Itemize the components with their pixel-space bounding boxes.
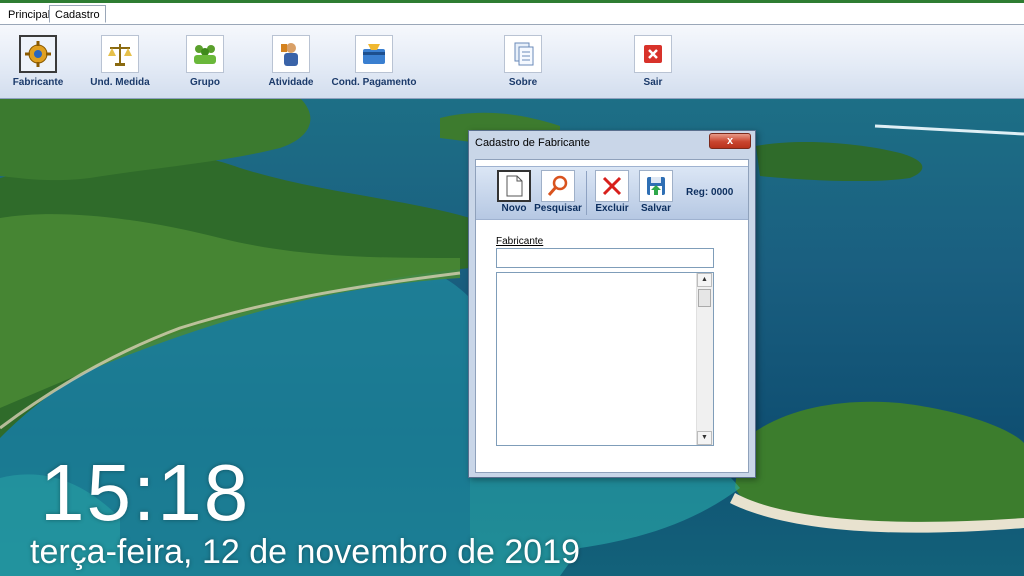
magnifier-icon (547, 175, 568, 196)
toolbar-label: Und. Medida (90, 77, 150, 88)
fabricante-input[interactable] (496, 248, 714, 268)
new-document-icon (506, 175, 523, 197)
tab-cadastro[interactable]: Cadastro (49, 5, 106, 23)
desktop-clock-date: terça-feira, 12 de novembro de 2019 (30, 533, 581, 571)
record-counter: Reg: 0000 (686, 187, 733, 198)
novo-button[interactable]: Novo (494, 170, 534, 214)
und-medida-button[interactable]: Und. Medida (88, 35, 152, 88)
icon-frame (639, 170, 673, 202)
icon-frame (355, 35, 393, 73)
atividade-button[interactable]: Atividade (264, 35, 318, 88)
icon-frame (634, 35, 672, 73)
icon-frame (541, 170, 575, 202)
exit-icon (644, 45, 662, 63)
toolbar-label: Sobre (508, 77, 538, 88)
sair-button[interactable]: Sair (632, 35, 674, 88)
icon-frame (101, 35, 139, 73)
sobre-button[interactable]: Sobre (502, 35, 544, 88)
excluir-button[interactable]: Excluir (592, 170, 632, 214)
record-counter-label: Reg: (686, 187, 709, 198)
dialog-button-label: Excluir (595, 203, 629, 214)
salvar-button[interactable]: Salvar (636, 170, 676, 214)
scroll-thumb[interactable] (698, 289, 711, 307)
scroll-up-icon[interactable]: ▲ (697, 273, 712, 287)
toolbar-label: Atividade (268, 77, 314, 88)
gear-icon (25, 41, 51, 67)
icon-frame (186, 35, 224, 73)
toolbar-separator (586, 171, 587, 215)
dialog-toolbar: Novo Pesquisar Excluir Salvar Reg: 0000 (476, 166, 748, 220)
cadastro-fabricante-dialog: Cadastro de Fabricante x Novo Pesquisar … (468, 130, 756, 478)
icon-frame (497, 170, 531, 202)
icon-frame (504, 35, 542, 73)
close-button[interactable]: x (709, 133, 751, 149)
fabricante-button[interactable]: Fabricante (10, 35, 66, 88)
desktop-clock-time: 15:18 (40, 448, 251, 537)
cond-pagamento-button[interactable]: Cond. Pagamento (328, 35, 420, 88)
dialog-button-label: Salvar (640, 203, 672, 214)
dialog-button-label: Novo (501, 203, 527, 214)
icon-frame (272, 35, 310, 73)
toolbar-label: Grupo (190, 77, 220, 88)
dialog-title: Cadastro de Fabricante (475, 137, 590, 149)
group-icon (194, 45, 216, 64)
grupo-button[interactable]: Grupo (180, 35, 230, 88)
floppy-save-icon (647, 177, 665, 195)
toolbar-label: Sair (643, 77, 663, 88)
scroll-down-icon[interactable]: ▼ (697, 431, 712, 445)
ribbon-tab-bar: Principal Cadastro (0, 3, 1024, 25)
ribbon-toolbar: Fabricante Und. Medida Grupo Atividade C… (0, 25, 1024, 99)
record-counter-value: 0000 (711, 187, 734, 198)
fabricante-list[interactable]: ▲ ▼ (496, 272, 714, 446)
worker-icon (281, 43, 298, 66)
icon-frame (19, 35, 57, 73)
toolbar-label: Cond. Pagamento (331, 77, 417, 88)
dialog-body: Novo Pesquisar Excluir Salvar Reg: 0000 … (475, 159, 749, 473)
toolbar-label: Fabricante (12, 77, 64, 88)
scale-icon (108, 44, 132, 66)
close-icon: x (726, 135, 734, 147)
icon-frame (595, 170, 629, 202)
list-scrollbar[interactable]: ▲ ▼ (696, 273, 713, 445)
documents-icon (514, 42, 534, 66)
pesquisar-button[interactable]: Pesquisar (532, 170, 584, 214)
dialog-button-label: Pesquisar (534, 203, 582, 214)
card-icon (363, 44, 385, 64)
fabricante-field-label: Fabricante (496, 236, 544, 247)
delete-x-icon (602, 176, 622, 196)
